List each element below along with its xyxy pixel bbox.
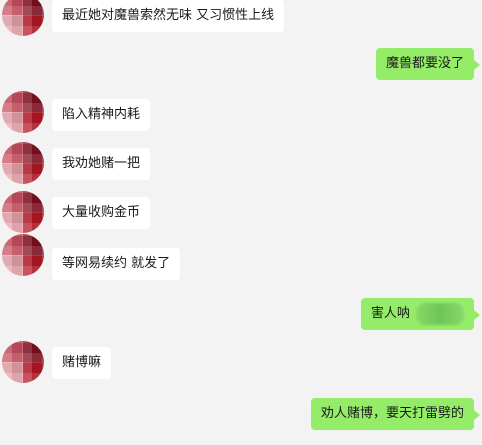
avatar[interactable]	[2, 91, 44, 133]
redacted-mark	[416, 302, 464, 325]
message-row-7: 害人呐	[0, 298, 482, 338]
message-row-2: 魔兽都要没了	[0, 48, 482, 88]
message-text: 害人呐	[370, 306, 410, 321]
message-row-8: 赌博嘛	[0, 341, 482, 387]
avatar[interactable]	[2, 142, 44, 184]
message-bubble-left[interactable]: 等网易续约 就发了	[52, 248, 181, 280]
message-bubble-left[interactable]: 大量收购金币	[52, 197, 151, 229]
avatar[interactable]	[2, 341, 44, 383]
avatar[interactable]	[2, 0, 44, 36]
message-bubble-right[interactable]: 魔兽都要没了	[375, 48, 481, 80]
message-text: 大量收购金币	[62, 205, 141, 220]
message-text: 魔兽都要没了	[385, 56, 464, 71]
message-bubble-right[interactable]: 害人呐	[360, 298, 481, 330]
message-text: 最近她对魔兽索然无味 又习惯性上线	[62, 8, 275, 23]
message-bubble-left[interactable]: 陷入精神内耗	[52, 99, 151, 131]
message-row-6: 等网易续约 就发了	[0, 234, 482, 288]
message-row-1: 最近她对魔兽索然无味 又习惯性上线	[0, 0, 482, 40]
message-text: 劝人赌博，要天打雷劈的	[320, 406, 464, 421]
message-bubble-right[interactable]: 劝人赌博，要天打雷劈的	[310, 398, 481, 430]
message-text: 陷入精神内耗	[62, 107, 141, 122]
message-row-4: 我劝她赌一把	[0, 142, 482, 188]
message-row-9: 劝人赌博，要天打雷劈的	[0, 398, 482, 438]
message-text: 等网易续约 就发了	[62, 256, 171, 271]
message-row-5: 大量收购金币	[0, 191, 482, 237]
message-bubble-left[interactable]: 最近她对魔兽索然无味 又习惯性上线	[52, 0, 285, 32]
message-text: 赌博嘛	[62, 355, 102, 370]
message-text: 我劝她赌一把	[62, 156, 141, 171]
avatar[interactable]	[2, 234, 44, 276]
message-bubble-left[interactable]: 我劝她赌一把	[52, 148, 151, 180]
message-row-3: 陷入精神内耗	[0, 91, 482, 139]
avatar[interactable]	[2, 191, 44, 233]
message-bubble-left[interactable]: 赌博嘛	[52, 347, 112, 379]
